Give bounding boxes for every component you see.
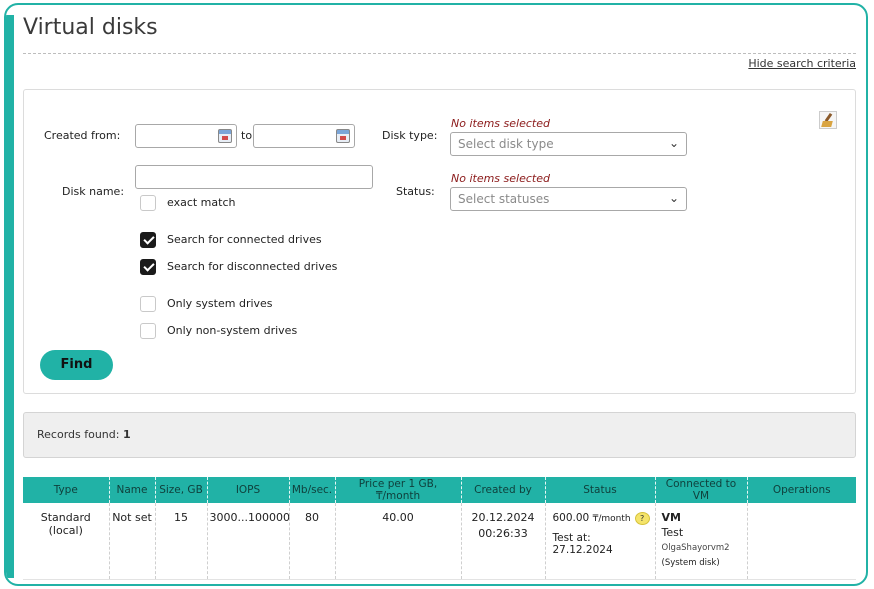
- column-header[interactable]: Mb/sec.: [289, 477, 336, 503]
- status-label: Status:: [396, 185, 435, 198]
- created-time: 00:26:33: [478, 527, 528, 540]
- hide-search-criteria-link[interactable]: Hide search criteria: [748, 57, 856, 70]
- vm-system-disk: (System disk): [661, 558, 720, 568]
- status-select[interactable]: Select statuses ⌄: [450, 187, 687, 211]
- cell-iops: 3000...100000: [207, 503, 290, 580]
- help-bubble-icon[interactable]: ?: [634, 511, 650, 525]
- disk-type-placeholder: Select disk type: [458, 137, 554, 151]
- records-found-label: Records found:: [37, 428, 120, 441]
- find-button[interactable]: Find: [40, 350, 113, 380]
- column-header[interactable]: Created by: [461, 477, 546, 503]
- disk-name-label: Disk name:: [62, 185, 125, 198]
- created-date: 20.12.2024: [471, 511, 535, 524]
- cell-mbps: 80: [289, 503, 336, 580]
- table-row[interactable]: Standard (local) Not set 15 3000...10000…: [23, 503, 856, 580]
- search-panel: Created from: to Disk type: No items sel…: [23, 89, 856, 394]
- disconnected-drives-label: Search for disconnected drives: [167, 260, 338, 273]
- vm-label: Test: [661, 526, 684, 539]
- column-header[interactable]: Connected to VM: [655, 477, 748, 503]
- disk-type-selection-note: No items selected: [451, 117, 550, 130]
- column-header: Operations: [747, 477, 856, 503]
- page-title: Virtual disks: [23, 15, 158, 40]
- cell-type: Standard (local): [23, 503, 110, 580]
- connected-drives-label: Search for connected drives: [167, 233, 322, 246]
- only-system-checkbox[interactable]: [140, 296, 156, 312]
- status-selection-note: No items selected: [451, 172, 550, 185]
- app-frame: Virtual disks Hide search criteria Creat…: [4, 3, 868, 586]
- cell-price: 40.00: [335, 503, 462, 580]
- records-found-count: 1: [122, 428, 131, 441]
- chevron-down-icon: ⌄: [668, 191, 679, 205]
- disk-name-input[interactable]: [135, 165, 373, 189]
- vm-user: OlgaShayorvm2: [661, 543, 730, 553]
- only-non-system-checkbox[interactable]: [140, 323, 156, 339]
- cell-operations: [747, 503, 856, 580]
- only-system-label: Only system drives: [167, 297, 273, 310]
- calendar-icon[interactable]: [336, 129, 350, 143]
- cell-connected-vm: VM Test OlgaShayorvm2 (System disk): [655, 503, 748, 580]
- disconnected-drives-checkbox[interactable]: [140, 259, 156, 275]
- created-from-input[interactable]: [135, 124, 237, 148]
- connected-drives-checkbox[interactable]: [140, 232, 156, 248]
- created-from-label: Created from:: [44, 129, 121, 142]
- status-test-date: Test at: 27.12.2024: [552, 531, 613, 556]
- column-header[interactable]: IOPS: [207, 477, 290, 503]
- column-header[interactable]: Type: [23, 477, 110, 503]
- disks-table: Type Name Size, GB IOPS Mb/sec. Price pe…: [23, 477, 856, 580]
- created-to-input[interactable]: [253, 124, 355, 148]
- calendar-icon[interactable]: [218, 129, 232, 143]
- only-non-system-label: Only non-system drives: [167, 324, 298, 337]
- chevron-down-icon: ⌄: [668, 136, 679, 150]
- column-header[interactable]: Status: [545, 477, 656, 503]
- column-header[interactable]: Size, GB: [155, 477, 208, 503]
- title-divider: [23, 53, 856, 54]
- to-label: to: [241, 129, 253, 142]
- status-placeholder: Select statuses: [458, 192, 550, 206]
- column-header[interactable]: Price per 1 GB, ₸/month: [335, 477, 462, 503]
- cell-status: 600.00 ₸/month? Test at: 27.12.2024: [545, 503, 656, 580]
- exact-match-label: exact match: [167, 196, 236, 209]
- cell-size: 15: [155, 503, 208, 580]
- disk-type-select[interactable]: Select disk type ⌄: [450, 132, 687, 156]
- vm-name[interactable]: VM: [662, 511, 745, 524]
- cell-created: 20.12.2024 00:26:33: [461, 503, 546, 580]
- status-price: 600.00 ₸/month: [552, 512, 631, 524]
- status-unit: ₸/month: [592, 514, 631, 524]
- disk-type-label: Disk type:: [382, 129, 438, 142]
- clear-filters-icon[interactable]: [819, 111, 837, 129]
- frame-accent-band: [6, 15, 14, 578]
- records-found-bar: Records found: 1: [23, 412, 856, 458]
- exact-match-checkbox[interactable]: [140, 195, 156, 211]
- cell-name: Not set: [109, 503, 156, 580]
- column-header[interactable]: Name: [109, 477, 156, 503]
- table-header-row: Type Name Size, GB IOPS Mb/sec. Price pe…: [23, 477, 856, 503]
